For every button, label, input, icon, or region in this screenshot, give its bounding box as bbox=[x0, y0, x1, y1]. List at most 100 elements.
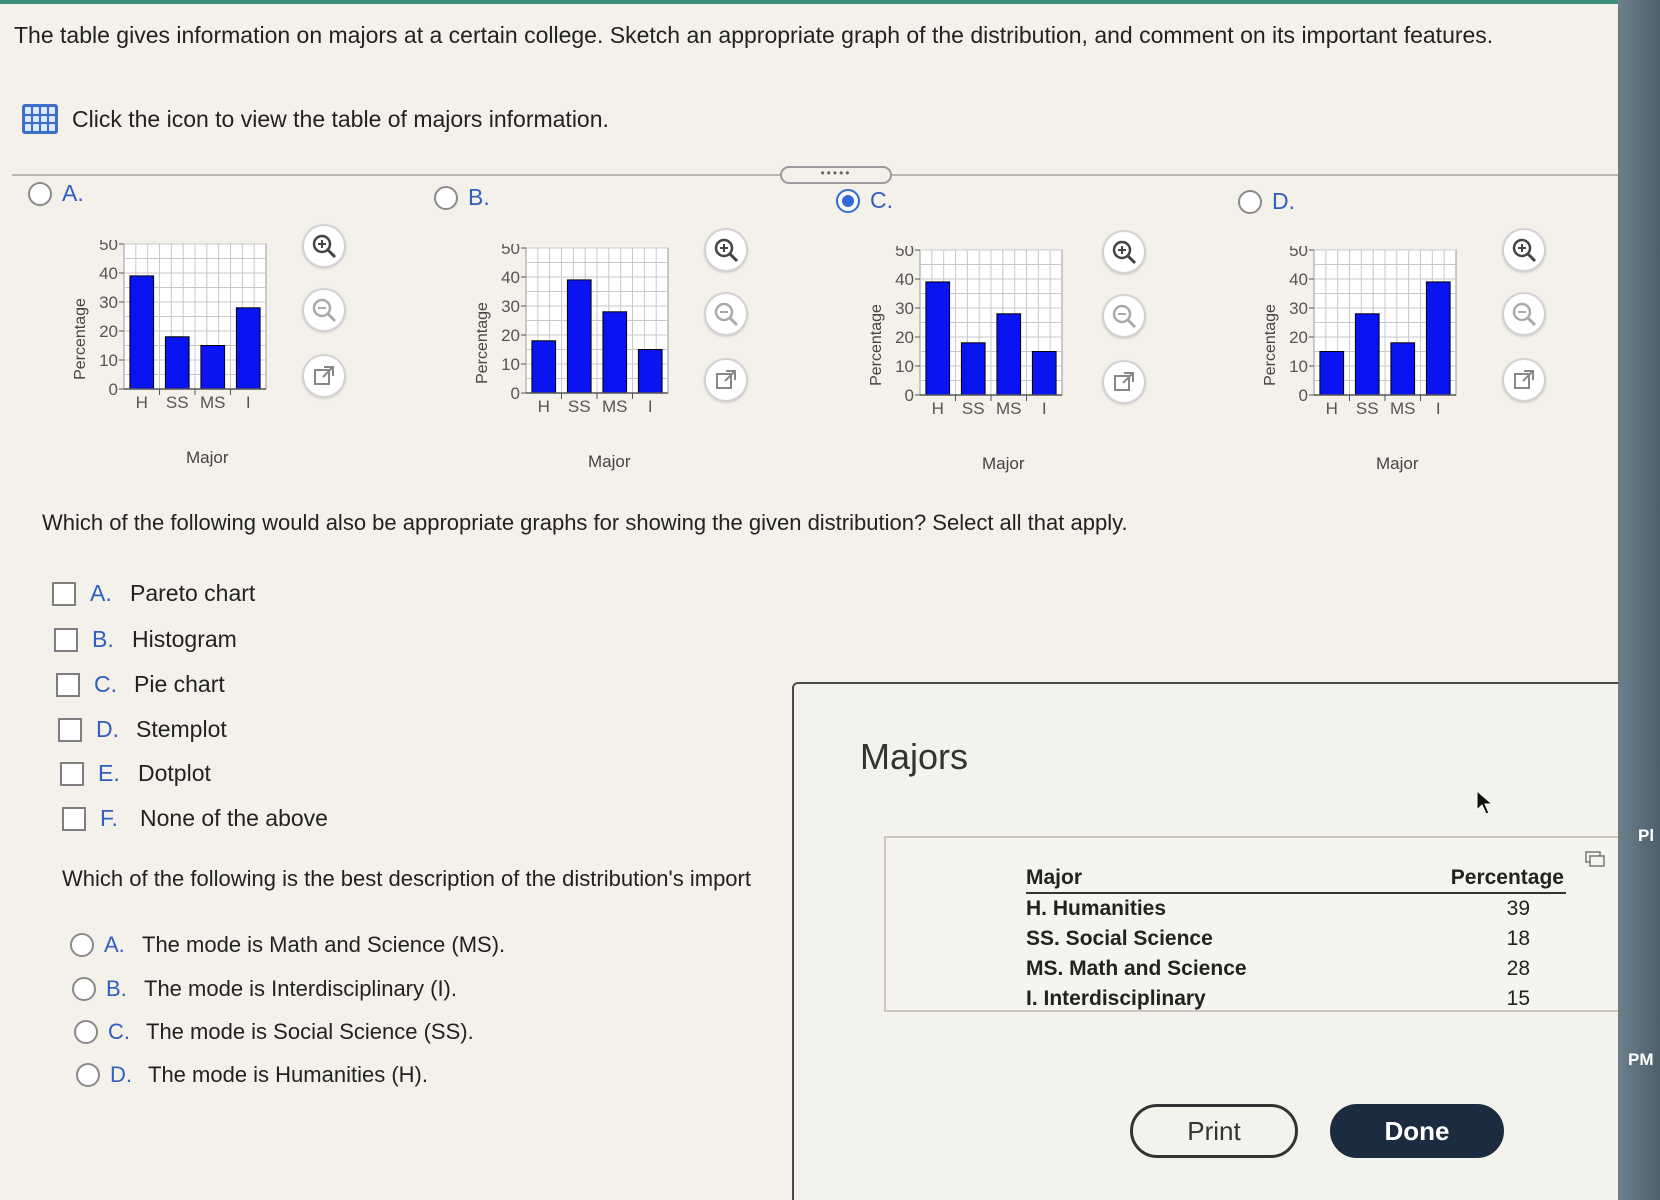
option-letter: B. bbox=[92, 626, 114, 652]
x-tick-label: SS bbox=[166, 393, 189, 412]
bar-ms bbox=[602, 311, 628, 394]
y-tick-label: 20 bbox=[501, 326, 520, 345]
open-external-icon[interactable] bbox=[1502, 358, 1546, 402]
mode-option-b[interactable]: B. The mode is Interdisciplinary (I). bbox=[72, 976, 457, 1002]
bar-chart-c: 0 10 20 30 40 50 H SS MS I Percentage Major bbox=[856, 246, 1146, 476]
option-label: The mode is Interdisciplinary (I). bbox=[144, 976, 457, 1001]
zoom-out-icon[interactable] bbox=[302, 288, 346, 332]
bar-ss bbox=[1354, 313, 1380, 396]
zoom-in-icon[interactable] bbox=[704, 228, 748, 272]
y-tick-label: 50 bbox=[895, 246, 914, 260]
radio-button[interactable] bbox=[28, 181, 52, 206]
checkbox[interactable] bbox=[62, 806, 86, 831]
checkbox[interactable] bbox=[52, 581, 76, 606]
edge-text: PM bbox=[1628, 1050, 1654, 1069]
checkbox[interactable] bbox=[56, 672, 80, 697]
graph-option-d[interactable]: D. bbox=[1238, 188, 1295, 215]
option-letter: A. bbox=[62, 180, 84, 206]
majors-table: Major Percentage H. Humanities 39 SS. So… bbox=[1026, 864, 1566, 1014]
checkbox-option-c[interactable]: C. Pie chart bbox=[56, 671, 225, 698]
x-tick-label: I bbox=[1042, 399, 1047, 418]
major-cell: MS. Math and Science bbox=[1026, 957, 1247, 980]
table-header-row: Major Percentage bbox=[1026, 864, 1566, 894]
checkbox[interactable] bbox=[58, 717, 82, 742]
graph-option-a[interactable]: A. bbox=[28, 180, 84, 207]
assignment-screen: The table gives information on majors at… bbox=[0, 0, 1618, 1200]
restore-window-icon[interactable] bbox=[1584, 850, 1606, 873]
print-button[interactable]: Print bbox=[1130, 1104, 1298, 1158]
zoom-out-icon[interactable] bbox=[1502, 292, 1546, 336]
y-tick-label: 10 bbox=[1289, 357, 1308, 376]
mode-option-c[interactable]: C. The mode is Social Science (SS). bbox=[74, 1019, 474, 1045]
checkbox-option-a[interactable]: A. Pareto chart bbox=[52, 580, 255, 607]
x-tick-label: H bbox=[932, 399, 944, 418]
view-table-link[interactable]: Click the icon to view the table of majo… bbox=[22, 104, 609, 134]
open-external-icon[interactable] bbox=[704, 358, 748, 402]
checkbox-option-d[interactable]: D. Stemplot bbox=[58, 716, 227, 743]
mode-option-d[interactable]: D. The mode is Humanities (H). bbox=[76, 1062, 428, 1088]
y-tick-label: 50 bbox=[1289, 246, 1308, 260]
bar-ss bbox=[566, 279, 592, 394]
option-letter: A. bbox=[104, 932, 125, 957]
y-tick-label: 0 bbox=[511, 384, 520, 403]
view-table-link-text: Click the icon to view the table of majo… bbox=[72, 105, 609, 132]
radio-button[interactable] bbox=[72, 977, 96, 1001]
graph-option-b[interactable]: B. bbox=[434, 184, 490, 211]
zoom-in-icon[interactable] bbox=[1502, 228, 1546, 272]
checkbox[interactable] bbox=[60, 761, 84, 786]
option-label: Pie chart bbox=[134, 671, 225, 697]
edge-text: Pl bbox=[1638, 826, 1655, 845]
table-row: H. Humanities 39 bbox=[1026, 893, 1566, 924]
y-tick-label: 30 bbox=[99, 293, 118, 312]
radio-button[interactable] bbox=[434, 185, 458, 210]
radio-button[interactable] bbox=[1238, 189, 1262, 214]
x-tick-label: H bbox=[1326, 399, 1338, 418]
header-percentage: Percentage bbox=[1380, 864, 1566, 894]
x-axis-label: Major bbox=[1376, 454, 1419, 473]
checkbox-option-f[interactable]: F. None of the above bbox=[62, 805, 328, 832]
zoom-in-icon[interactable] bbox=[1102, 230, 1146, 274]
y-tick-label: 0 bbox=[1299, 386, 1308, 405]
mode-option-a[interactable]: A. The mode is Math and Science (MS). bbox=[70, 932, 505, 958]
bar-chart-svg: 0 10 20 30 40 50 H SS MS I bbox=[99, 240, 267, 412]
y-tick-label: 10 bbox=[99, 351, 118, 370]
radio-button[interactable] bbox=[76, 1063, 100, 1087]
modal-title: Majors bbox=[860, 736, 969, 777]
option-letter: F. bbox=[100, 805, 118, 831]
y-tick-label: 30 bbox=[501, 297, 520, 316]
bar-ms bbox=[996, 313, 1022, 396]
background-edge: Pl PM bbox=[1618, 0, 1660, 1200]
percentage-cell: 15 bbox=[1506, 987, 1530, 1010]
option-label: None of the above bbox=[140, 805, 328, 831]
zoom-out-icon[interactable] bbox=[704, 292, 748, 336]
option-label: Pareto chart bbox=[130, 580, 256, 606]
zoom-out-icon[interactable] bbox=[1102, 294, 1146, 338]
bar-chart-svg: 0 10 20 30 40 50 H SS MS I bbox=[1289, 246, 1457, 418]
zoom-in-icon[interactable] bbox=[302, 224, 346, 268]
table-row: I. Interdisciplinary 15 bbox=[1026, 984, 1566, 1014]
x-tick-label: SS bbox=[962, 399, 985, 418]
radio-button[interactable] bbox=[74, 1020, 98, 1044]
checkbox[interactable] bbox=[54, 627, 78, 652]
option-letter: E. bbox=[98, 760, 120, 786]
bar-chart-b: 0 10 20 30 40 50 H SS MS I Percentage Major bbox=[462, 244, 752, 474]
y-tick-label: 20 bbox=[1289, 328, 1308, 347]
graph-option-c[interactable]: C. bbox=[836, 187, 893, 214]
radio-button[interactable] bbox=[70, 933, 94, 957]
y-tick-label: 50 bbox=[501, 244, 520, 258]
x-axis-label: Major bbox=[186, 448, 229, 467]
open-external-icon[interactable] bbox=[1102, 360, 1146, 404]
open-external-icon[interactable] bbox=[302, 354, 346, 398]
drag-handle[interactable]: ••••• bbox=[780, 166, 892, 184]
table-grid-icon[interactable] bbox=[22, 104, 58, 134]
option-letter: D. bbox=[96, 716, 119, 742]
checkbox-option-b[interactable]: B. Histogram bbox=[54, 626, 237, 653]
x-tick-label: SS bbox=[568, 397, 591, 416]
checkbox-option-e[interactable]: E. Dotplot bbox=[60, 760, 211, 787]
radio-button-selected[interactable] bbox=[836, 188, 860, 213]
y-tick-label: 20 bbox=[99, 322, 118, 341]
y-tick-label: 0 bbox=[905, 386, 914, 405]
done-button[interactable]: Done bbox=[1330, 1104, 1504, 1158]
major-cell: I. Interdisciplinary bbox=[1026, 987, 1206, 1010]
bar-chart-svg: 0 10 20 30 40 50 H SS MS I bbox=[895, 246, 1063, 418]
